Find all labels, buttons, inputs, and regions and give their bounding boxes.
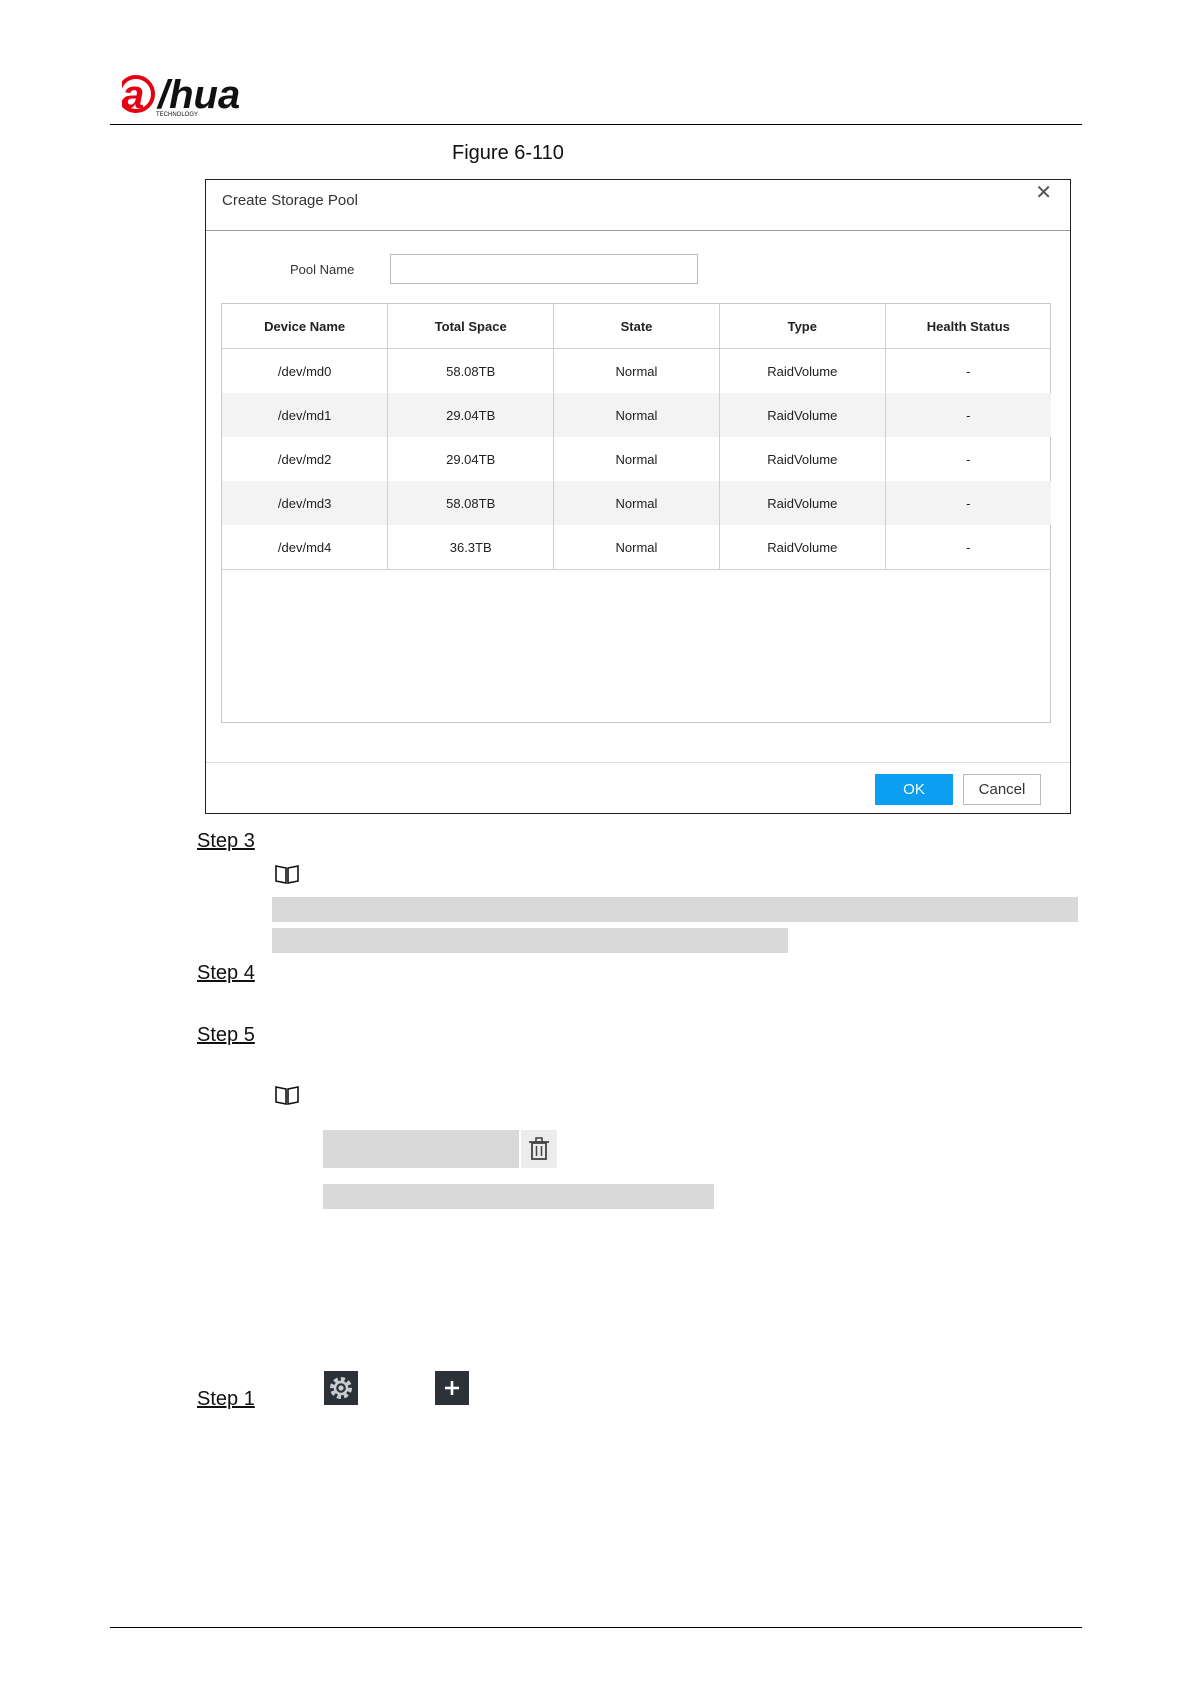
pool-name-input[interactable] [390, 254, 698, 284]
cell-state: Normal [553, 481, 720, 525]
plus-icon[interactable] [435, 1371, 469, 1405]
step-1-label: Step 1 [197, 1388, 255, 1410]
column-header-health-status[interactable]: Health Status [885, 304, 1051, 349]
trash-icon [529, 1137, 549, 1160]
redacted-note-line-1 [272, 897, 1078, 922]
cell-device-name: /dev/md2 [222, 437, 389, 481]
cell-state: Normal [553, 348, 720, 393]
cell-type: RaidVolume [719, 393, 886, 437]
column-header-type[interactable]: Type [719, 304, 886, 349]
table-row[interactable]: /dev/md4 36.3TB Normal RaidVolume - [222, 525, 1051, 570]
redacted-note-line-4 [323, 1184, 714, 1209]
gear-icon[interactable] [324, 1371, 358, 1405]
close-icon[interactable]: ✕ [1035, 180, 1052, 205]
pool-name-label: Pool Name [290, 262, 355, 277]
cell-health-status: - [885, 525, 1051, 570]
svg-text:TECHNOLOGY: TECHNOLOGY [156, 112, 198, 118]
step-3-label: Step 3 [197, 830, 255, 852]
dialog-title-divider [206, 230, 1070, 231]
device-table: Device Name Total Space State Type Healt… [222, 304, 1051, 570]
cell-health-status: - [966, 363, 971, 379]
cell-total-space: 29.04TB [387, 437, 555, 481]
cell-type: RaidVolume [719, 348, 886, 393]
ok-button[interactable]: OK [875, 774, 953, 805]
cell-device-name: /dev/md1 [222, 393, 389, 437]
table-row[interactable]: /dev/md2 29.04TB Normal RaidVolume - [222, 437, 1051, 481]
table-header-row: Device Name Total Space State Type Healt… [222, 304, 1051, 349]
svg-text:/hua: /hua [156, 73, 240, 117]
header-rule [110, 124, 1082, 125]
book-icon [275, 1086, 299, 1105]
redacted-note-line-2 [272, 928, 788, 953]
cell-total-space: 58.08TB [387, 481, 555, 525]
redacted-note-line-3 [323, 1130, 519, 1168]
cell-type: RaidVolume [719, 437, 886, 481]
dialog-footer-divider [206, 762, 1070, 763]
device-table-container: Device Name Total Space State Type Healt… [221, 303, 1051, 723]
table-row[interactable]: /dev/md1 29.04TB Normal RaidVolume - [222, 393, 1051, 437]
create-storage-pool-dialog: Create Storage Pool ✕ Pool Name Device N… [205, 179, 1071, 814]
cell-total-space: 29.04TB [387, 393, 555, 437]
column-header-device-name[interactable]: Device Name [222, 304, 389, 349]
book-icon [275, 865, 299, 884]
cancel-button[interactable]: Cancel [963, 774, 1041, 805]
footer-rule [110, 1627, 1082, 1628]
cell-device-name: /dev/md3 [222, 481, 389, 525]
cell-device-name: /dev/md4 [222, 525, 389, 570]
cell-type: RaidVolume [719, 525, 886, 570]
cell-health-status: - [885, 393, 1051, 437]
figure-caption: Figure 6-110 [452, 142, 564, 164]
column-header-total-space[interactable]: Total Space [387, 304, 555, 349]
cell-health-status: - [966, 451, 971, 467]
cell-total-space: 58.08TB [387, 348, 555, 393]
cell-state: Normal [553, 393, 720, 437]
table-row[interactable]: /dev/md0 58.08TB Normal RaidVolume - [222, 348, 1051, 393]
cell-health-status: - [885, 481, 1051, 525]
step-4-label: Step 4 [197, 962, 255, 984]
step-5-label: Step 5 [197, 1024, 255, 1046]
cell-device-name: /dev/md0 [222, 348, 389, 393]
cell-total-space: 36.3TB [387, 525, 555, 570]
cell-type: RaidVolume [719, 481, 886, 525]
column-header-state[interactable]: State [553, 304, 720, 349]
dahua-logo: a /hua TECHNOLOGY [122, 73, 240, 118]
dialog-title: Create Storage Pool [222, 192, 358, 209]
cell-state: Normal [553, 525, 720, 570]
trash-icon-box[interactable] [521, 1130, 557, 1168]
cell-state: Normal [553, 437, 720, 481]
table-row[interactable]: /dev/md3 58.08TB Normal RaidVolume - [222, 481, 1051, 525]
